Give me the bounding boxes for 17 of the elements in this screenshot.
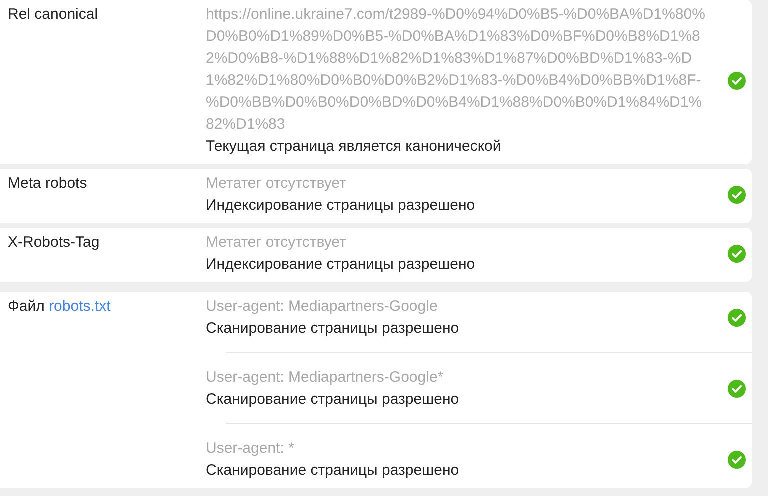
check-label: Rel canonical — [7, 5, 100, 25]
check-label: X-Robots-Tag — [7, 233, 101, 253]
check-detail: User-agent: Mediapartners-Google — [206, 297, 439, 317]
check-label: Meta robots — [7, 174, 88, 194]
check-detail: User-agent: * — [206, 439, 296, 459]
robots-link[interactable]: robots.txt — [49, 298, 111, 315]
check-result: Текущая страница является канонической — [206, 137, 502, 157]
check-result: Сканирование страницы разрешено — [206, 319, 460, 339]
check-result: Сканирование страницы разрешено — [206, 461, 460, 481]
check-detail: https://online.ukraine7.com/t2989-%D0%94%D0%B5-%D0%BA%D1%80%D0%B0%D1%89%D0%B5-%D0%BA%D1%83%D0%BF%D0%B8%D1%82%D0%B8-%D1%88%D1%82%D1%83%D1%87%D0%BD%D1%83-%D1%82%D1%80%D0%B0%D0%B2%D1%83-%D0%B4%D0%BB%D1%8F-%D0%BB%D0%B0%D0%BD%D0%B4%D1%88%D0%B0%D1%84%D1%82%D1%83 — [206, 5, 706, 135]
check-detail: Метатег отсутствует — [206, 174, 348, 194]
check-label: Файл robots.txt — [7, 297, 112, 317]
check-result: Индексирование страницы разрешено — [206, 196, 476, 216]
check-result: Индексирование страницы разрешено — [206, 255, 476, 275]
check-result: Сканирование страницы разрешено — [206, 390, 460, 410]
check-detail: Метатег отсутствует — [206, 233, 348, 253]
check-detail: User-agent: Mediapartners-Google* — [206, 368, 445, 388]
